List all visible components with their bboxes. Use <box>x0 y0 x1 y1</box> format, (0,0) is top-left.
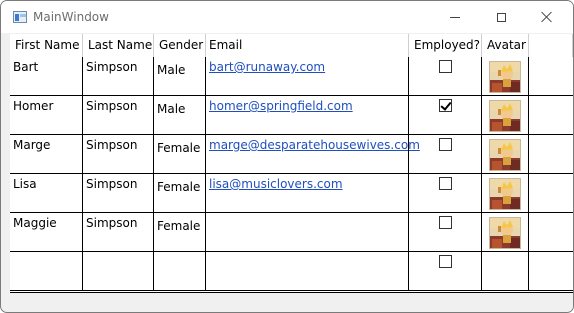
cell-last-name[interactable]: Simpson <box>83 96 154 135</box>
employed-checkbox[interactable] <box>439 177 452 190</box>
column-divider <box>408 57 409 291</box>
minimize-button[interactable] <box>432 1 478 33</box>
cell-gender[interactable] <box>154 252 206 291</box>
column-header-first-name[interactable]: First Name <box>10 34 83 57</box>
cell-first-name[interactable] <box>10 252 83 291</box>
cell-first-name[interactable]: Marge <box>10 135 83 174</box>
main-window: MainWindow First Name Last Name Gender Emai… <box>0 0 574 313</box>
column-divider <box>481 57 482 291</box>
employed-checkbox[interactable] <box>439 255 452 268</box>
cell-email[interactable]: bart@runaway.com <box>206 57 409 96</box>
email-link[interactable]: marge@desparatehousewives.com <box>209 138 420 152</box>
avatar-image <box>489 217 521 249</box>
window-title: MainWindow <box>33 10 109 24</box>
close-button[interactable] <box>524 1 570 33</box>
cell-last-name[interactable]: Simpson <box>83 213 154 252</box>
column-divider <box>528 57 529 291</box>
cell-last-name[interactable]: Simpson <box>83 135 154 174</box>
column-divider <box>205 57 206 291</box>
avatar-image <box>489 61 521 93</box>
cell-last-name[interactable]: Simpson <box>83 57 154 96</box>
maximize-button[interactable] <box>478 1 524 33</box>
grid-footer-strip <box>10 293 573 311</box>
column-header-avatar[interactable]: Avatar <box>482 34 529 57</box>
close-icon <box>541 11 553 23</box>
avatar-image <box>489 178 521 210</box>
cell-gender[interactable]: Male <box>154 57 206 96</box>
column-header-employed[interactable]: Employed? <box>409 34 482 57</box>
cell-gender[interactable]: Female <box>154 213 206 252</box>
employed-checkbox[interactable] <box>439 138 452 151</box>
column-header-filler <box>529 34 573 57</box>
maximize-icon <box>496 12 506 22</box>
cell-first-name[interactable]: Lisa <box>10 174 83 213</box>
cell-first-name[interactable]: Maggie <box>10 213 83 252</box>
cell-email[interactable]: marge@desparatehousewives.com <box>206 135 420 174</box>
cell-last-name[interactable]: Simpson <box>83 174 154 213</box>
cell-gender[interactable]: Male <box>154 96 206 135</box>
email-link[interactable]: lisa@musiclovers.com <box>209 177 343 191</box>
employed-checkbox[interactable] <box>439 60 452 73</box>
cell-first-name[interactable]: Bart <box>10 57 83 96</box>
cell-last-name[interactable] <box>83 252 154 291</box>
email-link[interactable]: homer@springfield.com <box>209 99 353 113</box>
email-link[interactable]: bart@runaway.com <box>209 60 325 74</box>
cell-gender[interactable]: Female <box>154 135 206 174</box>
column-divider <box>82 57 83 291</box>
employed-checkbox[interactable] <box>439 216 452 229</box>
employed-checkbox[interactable] <box>439 99 452 112</box>
cell-gender[interactable]: Female <box>154 174 206 213</box>
data-grid[interactable]: First Name Last Name Gender Email Employed? A… <box>10 34 573 293</box>
window-app-icon <box>13 11 27 23</box>
column-header-gender[interactable]: Gender <box>154 34 206 57</box>
cell-first-name[interactable]: Homer <box>10 96 83 135</box>
avatar-image <box>489 139 521 171</box>
avatar-image <box>489 100 521 132</box>
column-header-last-name[interactable]: Last Name <box>83 34 154 57</box>
column-header-email[interactable]: Email <box>206 34 409 57</box>
cell-email[interactable] <box>206 252 409 291</box>
minimize-icon <box>450 16 460 18</box>
title-bar[interactable]: MainWindow <box>1 1 573 33</box>
cell-email[interactable] <box>206 213 409 252</box>
cell-email[interactable]: homer@springfield.com <box>206 96 409 135</box>
column-divider <box>153 57 154 291</box>
cell-email[interactable]: lisa@musiclovers.com <box>206 174 409 213</box>
